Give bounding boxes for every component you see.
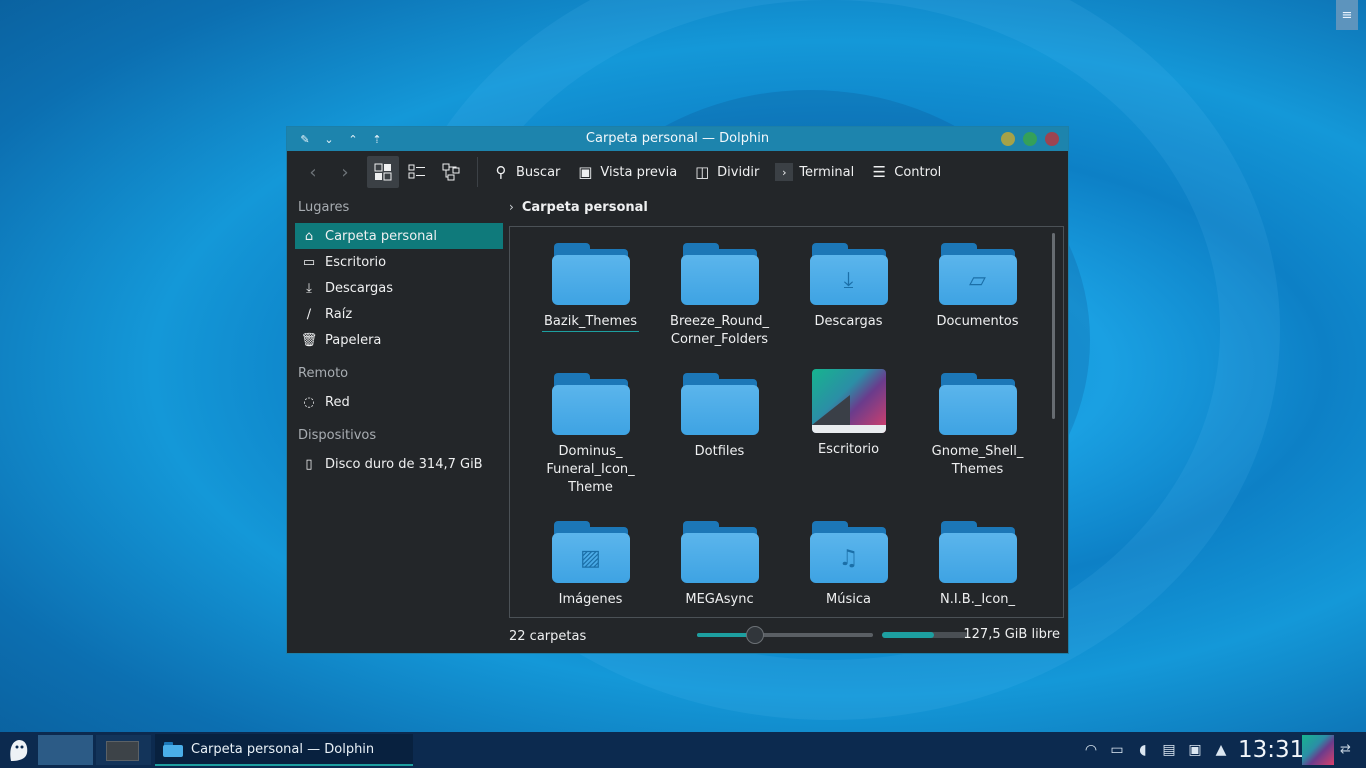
file-item[interactable]: Dominus_ Funeral_Icon_ Theme bbox=[526, 369, 655, 517]
free-space-bar bbox=[882, 632, 968, 638]
place-root[interactable]: ∕ Raíz bbox=[295, 301, 503, 327]
launcher-icon bbox=[10, 740, 28, 761]
folder-icon bbox=[680, 517, 759, 583]
folder-icon bbox=[680, 239, 759, 305]
folder-icon bbox=[938, 369, 1017, 435]
volume-icon[interactable]: ◖ bbox=[1134, 742, 1152, 758]
terminal-icon: › bbox=[775, 163, 794, 181]
places-header: Lugares bbox=[298, 200, 350, 215]
icons-view-button[interactable] bbox=[367, 156, 399, 188]
control-button[interactable]: ☰ Control bbox=[864, 156, 947, 188]
desktop-menu-icon[interactable]: ≡ bbox=[1336, 0, 1358, 30]
compact-view-button[interactable] bbox=[401, 156, 433, 188]
file-item[interactable]: Bazik_Themes bbox=[526, 239, 655, 369]
toolbar: ‹ › ⚲ Buscar ▣ Vista previa ◫ Dividir › Term… bbox=[287, 151, 1068, 193]
desktop-thumbnail-icon bbox=[811, 369, 886, 433]
download-icon: ⤓ bbox=[306, 280, 312, 296]
remote-header: Remoto bbox=[298, 366, 349, 381]
details-view-icon bbox=[442, 163, 460, 181]
pager-desktop-1[interactable] bbox=[38, 735, 93, 765]
free-space-fill bbox=[882, 632, 934, 638]
clipboard-icon[interactable]: ▤ bbox=[1160, 742, 1178, 758]
file-item[interactable]: ▱ Documentos bbox=[913, 239, 1042, 369]
image-icon: ▣ bbox=[578, 163, 593, 181]
network-icon: ◌ bbox=[303, 394, 315, 410]
places-panel: Lugares ⌂ Carpeta personal ▭ Escritorio ⤓ D… bbox=[295, 195, 503, 645]
dolphin-window: ✎ ⌄ ⌃ ⇡ Carpeta personal — Dolphin ‹ › ⚲… bbox=[286, 126, 1069, 654]
folder-icon bbox=[680, 369, 759, 435]
back-button[interactable]: ‹ bbox=[297, 156, 329, 188]
preview-button[interactable]: ▣ Vista previa bbox=[570, 156, 683, 188]
task-dolphin[interactable]: Carpeta personal — Dolphin bbox=[155, 734, 413, 766]
desktop-icon: ▭ bbox=[302, 254, 316, 270]
folder-documents-icon: ▱ bbox=[938, 239, 1017, 305]
details-view-button[interactable] bbox=[435, 156, 467, 188]
zoom-slider[interactable] bbox=[697, 626, 873, 644]
clock[interactable]: 13:31 bbox=[1238, 734, 1304, 766]
toolbar-separator bbox=[477, 157, 478, 187]
free-space-label: 127,5 GiB libre bbox=[963, 627, 1060, 642]
chevron-right-icon: › bbox=[509, 200, 514, 214]
search-icon: ⚲ bbox=[495, 163, 507, 181]
file-item[interactable]: Breeze_Round_ Corner_Folders bbox=[655, 239, 784, 369]
place-drive[interactable]: ▯ Disco duro de 314,7 GiB bbox=[295, 451, 503, 477]
window-title: Carpeta personal — Dolphin bbox=[585, 131, 770, 146]
folder-music-icon: ♫ bbox=[809, 517, 888, 583]
folder-count: 22 carpetas bbox=[509, 628, 587, 644]
zoom-handle[interactable] bbox=[746, 626, 765, 644]
folder-icon bbox=[163, 742, 183, 757]
place-trash[interactable]: 🗑 Papelera bbox=[295, 327, 503, 353]
devices-header: Dispositivos bbox=[298, 428, 377, 443]
split-icon: ◫ bbox=[695, 163, 710, 181]
folder-pictures-icon: ▨ bbox=[551, 517, 630, 583]
scrollbar[interactable] bbox=[1052, 233, 1055, 419]
pager-desktop-2[interactable] bbox=[96, 735, 151, 765]
file-item[interactable]: ▨ Imágenes bbox=[526, 517, 655, 617]
pager-window-preview bbox=[106, 741, 139, 761]
maximize-button[interactable] bbox=[1023, 132, 1037, 146]
search-button[interactable]: ⚲ Buscar bbox=[486, 156, 566, 188]
drive-icon: ▯ bbox=[305, 456, 313, 472]
home-icon: ⌂ bbox=[304, 228, 314, 244]
wifi-icon[interactable]: ◠ bbox=[1082, 742, 1100, 758]
place-network[interactable]: ◌ Red bbox=[295, 389, 503, 415]
file-item[interactable]: Gnome_Shell_ Themes bbox=[913, 369, 1042, 517]
trash-icon: 🗑 bbox=[300, 332, 318, 348]
titlebar[interactable]: ✎ ⌄ ⌃ ⇡ Carpeta personal — Dolphin bbox=[287, 127, 1068, 151]
close-button[interactable] bbox=[1045, 132, 1059, 146]
hamburger-icon: ☰ bbox=[872, 163, 886, 181]
icons-view-icon bbox=[374, 163, 392, 181]
status-bar: 22 carpetas 127,5 GiB libre bbox=[509, 625, 1064, 647]
lock-icon[interactable]: ▣ bbox=[1186, 742, 1204, 758]
place-desktop[interactable]: ▭ Escritorio bbox=[295, 249, 503, 275]
breadcrumb-current: Carpeta personal bbox=[521, 199, 648, 215]
file-item[interactable]: MEGAsync bbox=[655, 517, 784, 617]
file-item[interactable]: N.I.B._Icon_ bbox=[913, 517, 1042, 617]
taskbar: Carpeta personal — Dolphin ◠ ▭ ◖ ▤ ▣ ▲ 1… bbox=[0, 732, 1366, 768]
file-item[interactable]: ♫ Música bbox=[784, 517, 913, 617]
breadcrumb[interactable]: › Carpeta personal bbox=[509, 195, 648, 219]
folder-icon bbox=[551, 239, 630, 305]
panel-settings-icon[interactable]: ⇄ bbox=[1340, 732, 1351, 768]
folder-icon bbox=[938, 517, 1017, 583]
folder-download-icon: ⤓ bbox=[809, 239, 888, 305]
file-item[interactable]: ⤓ Descargas bbox=[784, 239, 913, 369]
file-item[interactable]: Dotfiles bbox=[655, 369, 784, 517]
file-item[interactable]: Escritorio bbox=[784, 369, 913, 517]
battery-icon[interactable]: ▭ bbox=[1108, 742, 1126, 758]
app-launcher-button[interactable] bbox=[3, 735, 33, 765]
file-view[interactable]: Bazik_Themes Breeze_Round_ Corner_Folder… bbox=[509, 226, 1064, 618]
forward-button[interactable]: › bbox=[329, 156, 361, 188]
compact-view-icon bbox=[408, 164, 425, 179]
place-home[interactable]: ⌂ Carpeta personal bbox=[295, 223, 503, 249]
place-downloads[interactable]: ⤓ Descargas bbox=[295, 275, 503, 301]
folder-icon bbox=[551, 369, 630, 435]
system-tray: ◠ ▭ ◖ ▤ ▣ ▲ bbox=[1082, 732, 1230, 768]
minimize-button[interactable] bbox=[1001, 132, 1015, 146]
root-icon: ∕ bbox=[306, 306, 312, 322]
tray-expand-icon[interactable]: ▲ bbox=[1212, 742, 1230, 758]
split-button[interactable]: ◫ Dividir bbox=[687, 156, 765, 188]
show-desktop-button[interactable] bbox=[1302, 735, 1334, 765]
terminal-button[interactable]: › Terminal bbox=[769, 156, 860, 188]
